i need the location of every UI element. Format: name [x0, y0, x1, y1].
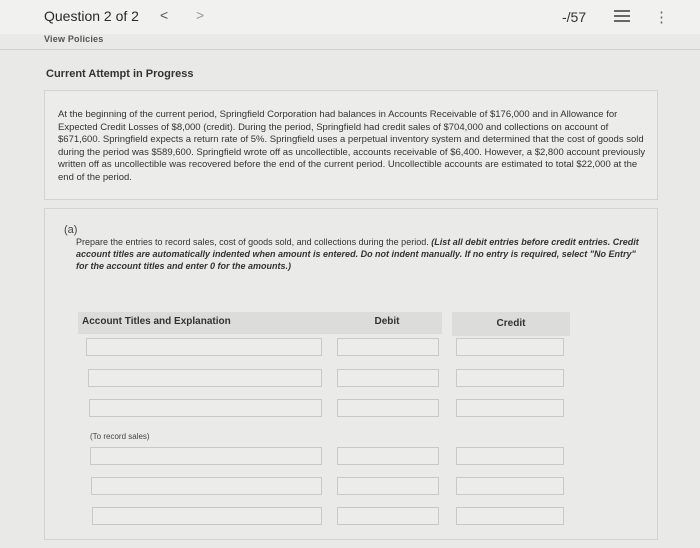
debit-header: Debit	[332, 312, 442, 334]
debit-input[interactable]	[337, 477, 439, 495]
previous-question-icon[interactable]: <	[160, 7, 168, 23]
next-question-icon[interactable]: >	[196, 7, 204, 23]
debit-input[interactable]	[337, 399, 439, 417]
top-bar: Question 2 of 2 < > -/57 ⋮	[0, 0, 700, 34]
view-policies-link[interactable]: View Policies	[44, 34, 103, 44]
credit-header: Credit	[452, 312, 570, 336]
debit-input[interactable]	[337, 447, 439, 465]
problem-statement: At the beginning of the current period, …	[58, 109, 646, 183]
account-title-input[interactable]	[91, 477, 322, 495]
account-title-input[interactable]	[90, 447, 322, 465]
account-titles-header: Account Titles and Explanation	[78, 312, 334, 334]
account-title-input[interactable]	[92, 507, 322, 525]
credit-input[interactable]	[456, 447, 564, 465]
question-list-icon[interactable]	[614, 10, 630, 23]
part-instructions: Prepare the entries to record sales, cos…	[76, 236, 648, 272]
account-title-input[interactable]	[88, 369, 322, 387]
debit-input[interactable]	[337, 338, 439, 356]
header-divider	[0, 49, 700, 50]
account-title-input[interactable]	[89, 399, 322, 417]
entry-description: (To record sales)	[90, 432, 150, 441]
account-title-input[interactable]	[86, 338, 322, 356]
score-display: -/57	[562, 9, 587, 25]
credit-input[interactable]	[456, 338, 564, 356]
question-title: Question 2 of 2	[44, 8, 139, 24]
attempt-status: Current Attempt in Progress	[46, 68, 194, 80]
credit-input[interactable]	[456, 399, 564, 417]
credit-input[interactable]	[456, 369, 564, 387]
debit-input[interactable]	[337, 507, 439, 525]
credit-input[interactable]	[456, 477, 564, 495]
debit-input[interactable]	[337, 369, 439, 387]
more-options-icon[interactable]: ⋮	[654, 8, 669, 26]
credit-input[interactable]	[456, 507, 564, 525]
instruction-text: Prepare the entries to record sales, cos…	[76, 237, 432, 247]
part-label: (a)	[64, 224, 78, 236]
